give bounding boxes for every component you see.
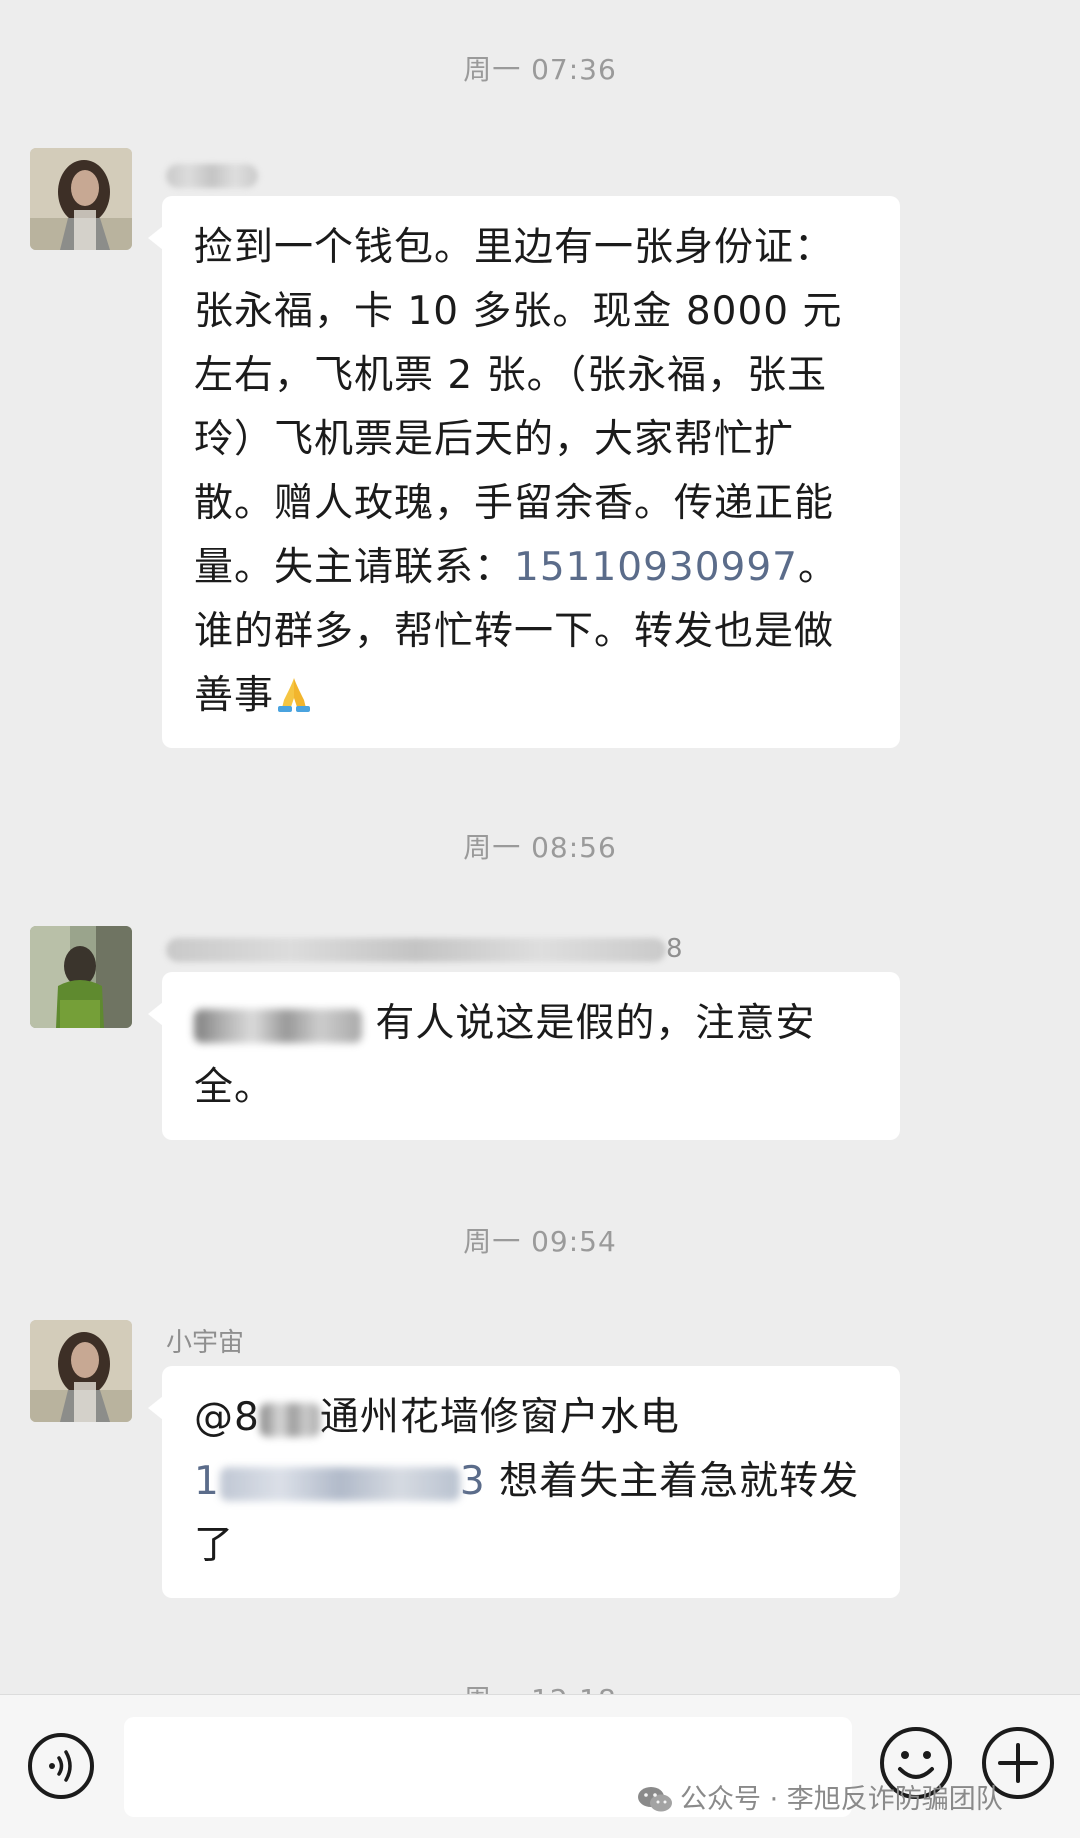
avatar-image [30, 1320, 132, 1422]
message-bubble[interactable]: @8 通州花墙修窗户水电 1 3 想着失主着急就转发了 [148, 1366, 900, 1598]
mention-start: @8 [194, 1395, 260, 1440]
time-separator: 周一 09:54 [463, 1225, 617, 1258]
avatar[interactable] [30, 1320, 132, 1422]
phone-link-end[interactable]: 3 [460, 1459, 486, 1504]
folded-hands-icon [278, 678, 311, 712]
wechat-logo-icon [638, 1787, 672, 1812]
sender-name: 小宇宙 [166, 1328, 245, 1358]
blurred-mention [194, 1008, 362, 1043]
mention-text: 通州花墙修窗户水电 [319, 1395, 680, 1440]
watermark-text: 公众号 · 李旭反诈防骗团队 [680, 1784, 1003, 1815]
time-separator: 周一 07:36 [463, 53, 617, 86]
message-text-part: 捡到一个钱包。里边有一张身份证：张永福，卡 10 多张。现金 8000 元左右，… [194, 225, 843, 590]
message-bubble[interactable]: 捡到一个钱包。里边有一张身份证：张永福，卡 10 多张。现金 8000 元左右，… [148, 196, 900, 748]
blurred-phone-number [219, 1466, 460, 1501]
watermark: 公众号 · 李旭反诈防骗团队 [636, 1783, 1003, 1817]
phone-link[interactable]: 15110930997 [514, 545, 798, 590]
voice-icon[interactable] [26, 1731, 96, 1801]
avatar-image [30, 926, 132, 1028]
chat-screen: 周一 07:36 捡到一个钱包。里边有一张身份证：张永福，卡 10 多张。现金 … [0, 0, 1080, 1838]
blurred-sender-name [166, 937, 666, 962]
blurred-mention [259, 1402, 320, 1437]
phone-link-start[interactable]: 1 [194, 1459, 220, 1504]
blurred-sender-name [166, 163, 258, 188]
message-bubble[interactable]: 有人说这是假的，注意安全。 [148, 972, 900, 1140]
message-text: @8 通州花墙修窗户水电 1 3 想着失主着急就转发了 [194, 1386, 870, 1578]
message-text: 有人说这是假的，注意安全。 [194, 992, 870, 1120]
message-text: 捡到一个钱包。里边有一张身份证：张永福，卡 10 多张。现金 8000 元左右，… [194, 216, 870, 728]
avatar[interactable] [30, 148, 132, 250]
sender-name-suffix: 8 [666, 934, 683, 964]
time-separator: 周一 08:56 [463, 831, 617, 864]
sender-name: 8 [166, 932, 683, 966]
avatar[interactable] [30, 926, 132, 1028]
avatar-image [30, 148, 132, 250]
sender-name [166, 158, 258, 192]
